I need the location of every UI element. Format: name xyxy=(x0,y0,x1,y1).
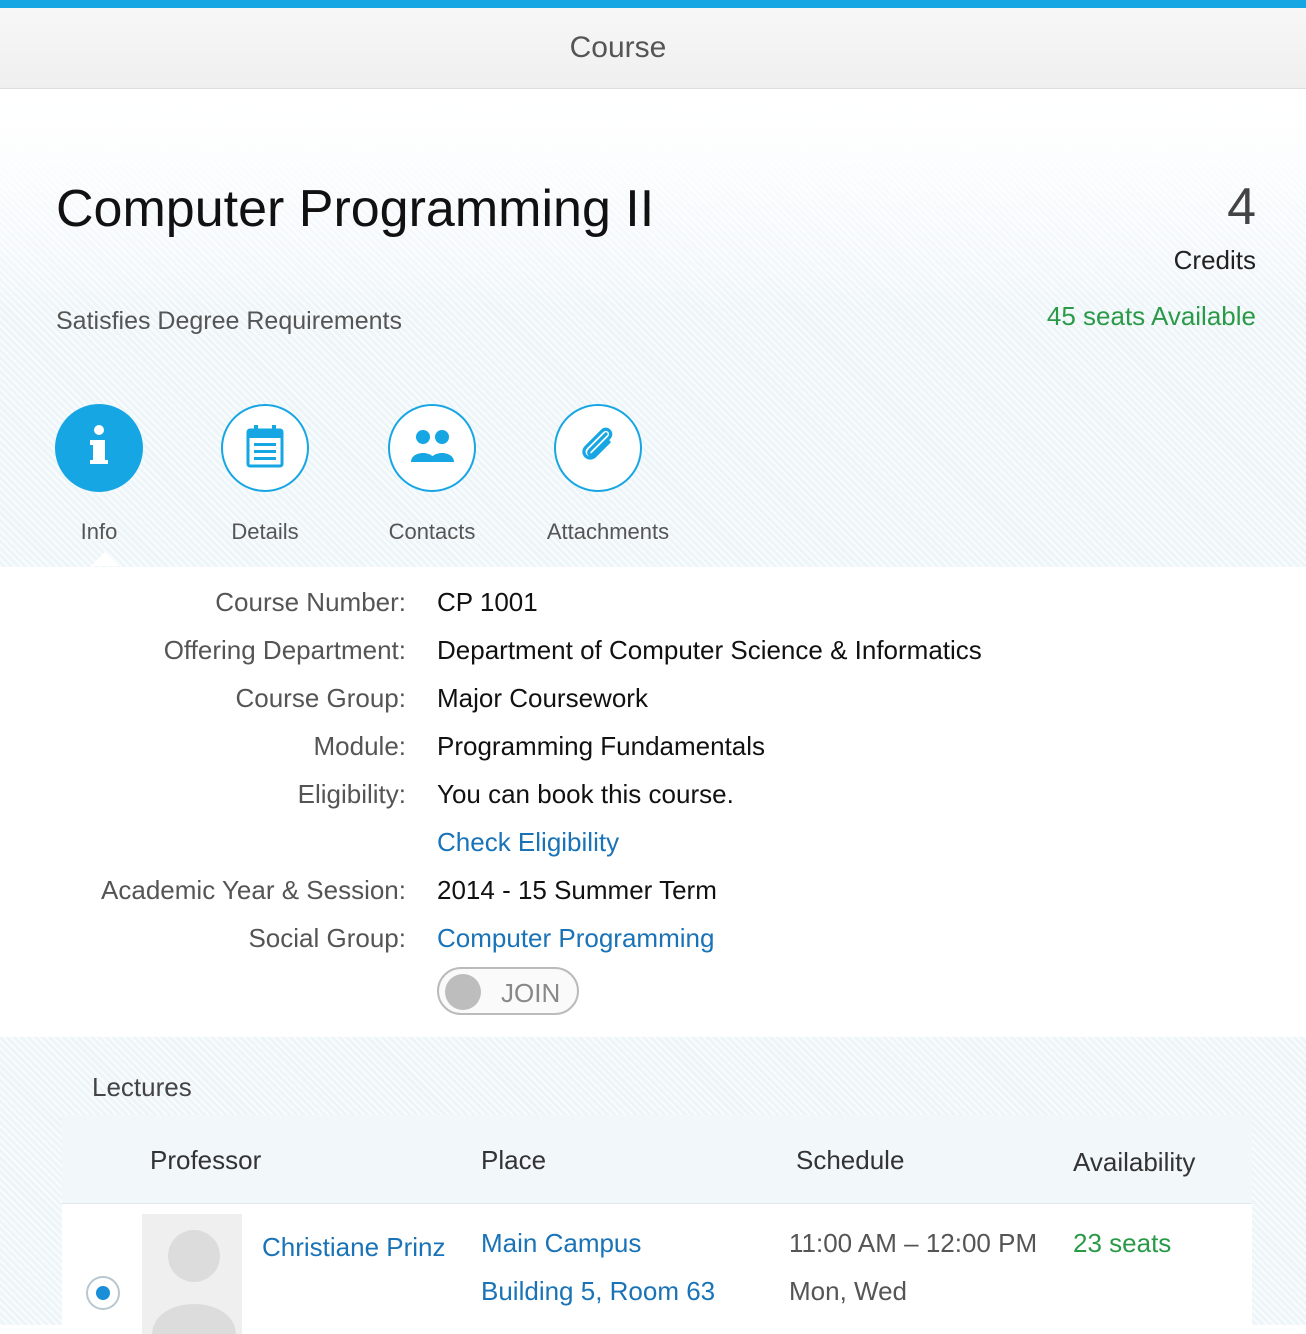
lectures-table: Professor Place Schedule Availability Ch… xyxy=(62,1115,1252,1334)
column-availability: Availability xyxy=(1073,1147,1196,1177)
schedule-time: 11:00 AM – 12:00 PM xyxy=(789,1228,1038,1258)
column-professor: Professor xyxy=(150,1145,262,1175)
calendar-icon xyxy=(245,424,285,473)
course-title: Computer Programming II xyxy=(56,180,655,238)
module-row: Module: Programming Fundamentals xyxy=(0,731,1306,771)
course-group-row: Course Group: Major Coursework xyxy=(0,683,1306,723)
tab-details[interactable]: Details xyxy=(187,404,347,564)
session-row: Academic Year & Session: 2014 - 15 Summe… xyxy=(0,875,1306,915)
eligibility-label: Eligibility: xyxy=(297,779,406,809)
info-panel: Course Number: CP 1001 Offering Departme… xyxy=(0,567,1306,1037)
session-value: 2014 - 15 Summer Term xyxy=(437,875,717,905)
check-eligibility-link[interactable]: Check Eligibility xyxy=(437,827,619,858)
column-schedule: Schedule xyxy=(796,1145,905,1175)
place-line-2[interactable]: Building 5, Room 63 xyxy=(481,1276,715,1307)
check-eligibility-row: Check Eligibility xyxy=(0,827,1306,867)
join-label: JOIN xyxy=(501,978,561,1008)
course-number-label: Course Number: xyxy=(215,587,406,617)
social-group-label: Social Group: xyxy=(248,923,406,953)
course-group-value: Major Coursework xyxy=(437,683,648,713)
module-label: Module: xyxy=(313,731,407,761)
info-icon xyxy=(79,422,119,475)
tab-contacts[interactable]: Contacts xyxy=(354,404,514,564)
course-number-row: Course Number: CP 1001 xyxy=(0,587,1306,627)
credits-label: Credits xyxy=(1173,245,1256,275)
tab-info-label: Info xyxy=(80,519,118,544)
join-toggle[interactable]: JOIN xyxy=(437,967,579,1015)
column-place: Place xyxy=(481,1145,547,1175)
table-row[interactable]: Christiane Prinz Main Campus Building 5,… xyxy=(62,1204,1252,1334)
professor-name[interactable]: Christiane Prinz xyxy=(262,1232,446,1263)
social-group-row: Social Group: Computer Programming xyxy=(0,923,1306,963)
lectures-section: Lectures Professor Place Schedule Availa… xyxy=(0,1037,1306,1334)
department-label: Offering Department: xyxy=(163,635,406,665)
course-number-value: CP 1001 xyxy=(437,587,538,617)
course-subtitle: Satisfies Degree Requirements xyxy=(56,307,402,335)
department-value: Department of Computer Science & Informa… xyxy=(437,635,982,665)
social-group-link[interactable]: Computer Programming xyxy=(437,923,714,954)
tab-details-label: Details xyxy=(231,519,299,544)
app-header: Course xyxy=(0,8,1306,89)
tab-attachments[interactable]: Attachments xyxy=(520,404,720,564)
place-line-1[interactable]: Main Campus xyxy=(481,1228,641,1259)
eligibility-value: You can book this course. xyxy=(437,779,734,809)
active-tab-pointer xyxy=(91,552,119,566)
header-title: Course xyxy=(569,31,667,64)
course-group-label: Course Group: xyxy=(235,683,406,713)
lecture-radio[interactable] xyxy=(86,1276,120,1310)
toggle-knob xyxy=(445,974,481,1010)
radio-selected-dot xyxy=(96,1286,110,1300)
availability-seats: 23 seats xyxy=(1073,1228,1172,1258)
module-value: Programming Fundamentals xyxy=(437,731,766,761)
eligibility-row: Eligibility: You can book this course. xyxy=(0,779,1306,819)
tab-attachments-label: Attachments xyxy=(546,519,670,544)
people-icon xyxy=(409,428,455,469)
schedule-days: Mon, Wed xyxy=(789,1276,908,1306)
table-header: Professor Place Schedule Availability xyxy=(62,1115,1252,1204)
seats-available: 45 seats Available xyxy=(1046,301,1256,331)
course-tabs: Info Details Contacts Attachments xyxy=(0,404,760,566)
course-hero: Computer Programming II Satisfies Degree… xyxy=(0,89,1306,567)
avatar xyxy=(142,1214,242,1334)
session-label: Academic Year & Session: xyxy=(101,875,406,905)
paperclip-icon xyxy=(576,424,620,473)
tab-info[interactable]: Info xyxy=(21,404,181,566)
lectures-title: Lectures xyxy=(92,1072,192,1102)
department-row: Offering Department: Department of Compu… xyxy=(0,635,1306,675)
tab-contacts-label: Contacts xyxy=(388,519,476,544)
credits-value: 4 xyxy=(1227,178,1256,236)
top-accent-bar xyxy=(0,0,1306,8)
